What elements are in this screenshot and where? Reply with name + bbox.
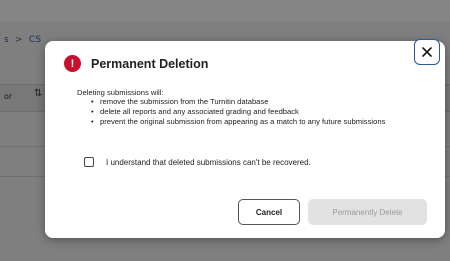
cancel-button[interactable]: Cancel (238, 199, 300, 225)
list-item: prevent the original submission from app… (91, 117, 401, 127)
permanent-deletion-dialog: ! Permanent Deletion Deleting submission… (45, 39, 445, 238)
list-item: delete all reports and any associated gr… (91, 107, 401, 117)
confirm-checkbox[interactable] (84, 157, 94, 167)
confirm-label[interactable]: I understand that deleted submissions ca… (106, 158, 311, 167)
confirm-row: I understand that deleted submissions ca… (84, 157, 311, 167)
dialog-header: ! Permanent Deletion (64, 55, 208, 72)
dialog-title: Permanent Deletion (91, 56, 209, 71)
close-icon (422, 47, 432, 57)
close-button[interactable] (414, 39, 440, 65)
consequence-list: remove the submission from the Turnitin … (91, 97, 401, 127)
dialog-intro: Deleting submissions will: (77, 88, 164, 97)
alert-icon: ! (64, 55, 81, 72)
permanently-delete-button[interactable]: Permanently Delete (308, 199, 427, 225)
list-item: remove the submission from the Turnitin … (91, 97, 401, 107)
